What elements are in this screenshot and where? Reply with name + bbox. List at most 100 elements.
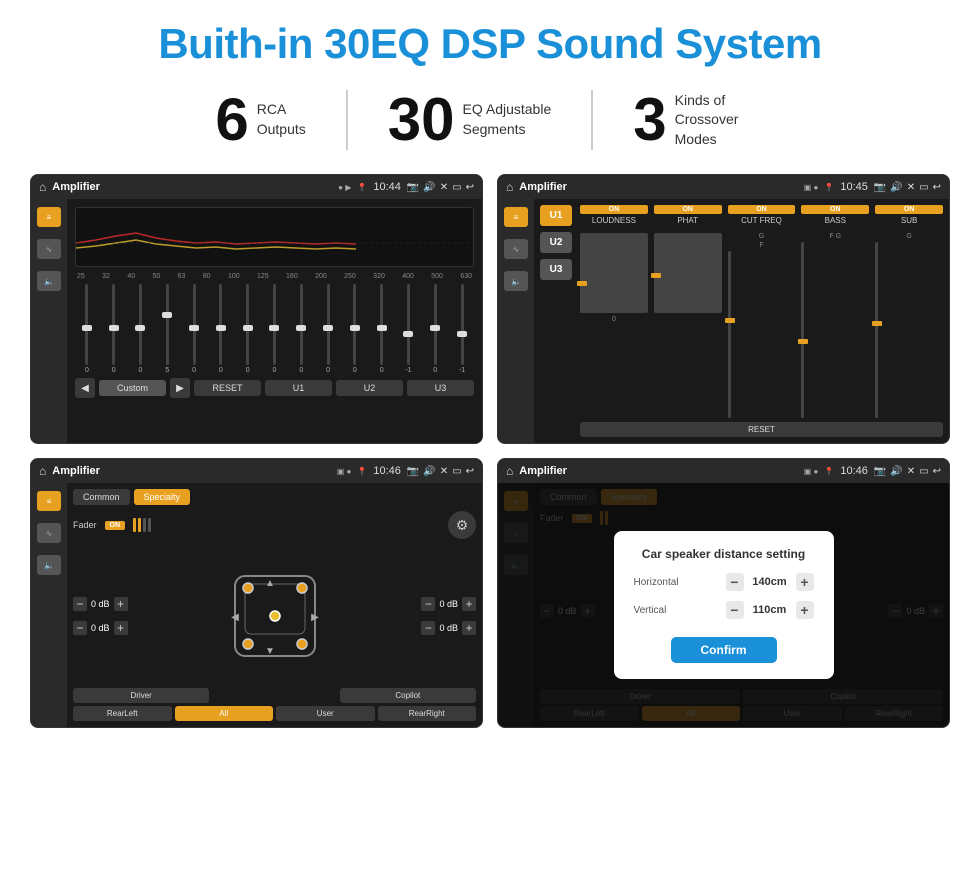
dsp-nav-speaker[interactable]: 🔈 — [504, 271, 528, 291]
eq-slider-8[interactable]: 0 — [263, 284, 287, 374]
dsp-close-icon: ✕ — [907, 182, 915, 193]
eq-screen-title: Amplifier — [52, 181, 332, 193]
dialog-title: Car speaker distance setting — [634, 547, 814, 561]
distance-camera-icon: 📷 — [874, 466, 886, 477]
crossover-close-icon: ✕ — [440, 466, 448, 477]
dsp-cutfreq-col: G F — [728, 233, 796, 418]
dsp-reset-btn[interactable]: RESET — [580, 422, 943, 437]
crossover-diagram-area: − 0 dB + − 0 dB + — [73, 547, 476, 684]
crossover-btn-copilot[interactable]: Copilot — [340, 688, 476, 703]
eq-slider-1[interactable]: 0 — [75, 284, 99, 374]
eq-slider-2[interactable]: 0 — [102, 284, 126, 374]
eq-screen: ⌂ Amplifier ● ▶ 📍 10:44 📷 🔊 ✕ ▭ ↩ ≡ ∿ 🔈 — [30, 174, 483, 444]
dsp-preset-u2[interactable]: U2 — [540, 232, 572, 253]
stat-crossover-desc: Kinds ofCrossover Modes — [675, 91, 765, 150]
eq-reset-btn[interactable]: RESET — [194, 380, 261, 396]
eq-slider-7[interactable]: 0 — [236, 284, 260, 374]
dsp-sub-slider[interactable] — [875, 242, 878, 418]
vol-right-bottom-val: 0 dB — [439, 623, 458, 633]
dsp-loudness-on[interactable]: ON — [580, 205, 648, 214]
dsp-phat-slider[interactable] — [654, 233, 722, 313]
eq-u3-btn[interactable]: U3 — [407, 380, 474, 396]
eq-nav-eq[interactable]: ≡ — [37, 207, 61, 227]
dsp-cutfreq-on[interactable]: ON — [728, 205, 796, 214]
dsp-side-nav: ≡ ∿ 🔈 — [498, 199, 534, 443]
car-diagram: ▲ ▼ ◀ ▶ — [220, 566, 330, 666]
vol-right-bottom-plus[interactable]: + — [462, 621, 476, 635]
dialog-horizontal-row: Horizontal − 140cm + — [634, 573, 814, 591]
distance-mode-icon: ▣ ● — [804, 467, 819, 476]
crossover-tab-common[interactable]: Common — [73, 489, 130, 505]
confirm-button[interactable]: Confirm — [671, 637, 777, 663]
fader-on-toggle[interactable]: ON — [105, 521, 126, 530]
eq-slider-11[interactable]: 0 — [343, 284, 367, 374]
dsp-layout: U1 U2 U3 ONLOUDNESS ONPHAT ONCUT FREQ ON… — [540, 205, 943, 437]
eq-slider-9[interactable]: 0 — [289, 284, 313, 374]
crossover-home-icon: ⌂ — [39, 464, 46, 478]
dialog-vertical-plus[interactable]: + — [796, 601, 814, 619]
eq-slider-6[interactable]: 0 — [209, 284, 233, 374]
distance-back-icon: ↩ — [933, 466, 941, 477]
vol-left-top-val: 0 dB — [91, 599, 110, 609]
eq-u2-btn[interactable]: U2 — [336, 380, 403, 396]
vol-left-top-minus[interactable]: − — [73, 597, 87, 611]
dialog-vertical-minus[interactable]: − — [726, 601, 744, 619]
dsp-loudness-slider[interactable]: 0 — [580, 233, 648, 313]
vol-right-bottom-minus[interactable]: − — [421, 621, 435, 635]
crossover-tab-specialty[interactable]: Specialty — [134, 489, 191, 505]
dsp-phat-label: PHAT — [654, 216, 722, 225]
dsp-sliders-row: 0 G F — [580, 233, 943, 418]
dsp-bass-on[interactable]: ON — [801, 205, 869, 214]
eq-prev-btn[interactable]: ◀ — [75, 378, 95, 398]
vol-left-bottom-minus[interactable]: − — [73, 621, 87, 635]
crossover-screen-content: ≡ ∿ 🔈 Common Specialty Fader ON — [31, 483, 482, 727]
eq-u1-btn[interactable]: U1 — [265, 380, 332, 396]
crossover-nav-wave[interactable]: ∿ — [37, 523, 61, 543]
dsp-phat-on[interactable]: ON — [654, 205, 722, 214]
vol-right-bottom: − 0 dB + — [421, 621, 476, 635]
crossover-nav-eq[interactable]: ≡ — [37, 491, 61, 511]
eq-main-panel: 2532405063 80100125160200 25032040050063… — [67, 199, 482, 443]
dsp-preset-u1[interactable]: U1 — [540, 205, 572, 226]
dsp-channels-area: ONLOUDNESS ONPHAT ONCUT FREQ ONBASS ONSU… — [580, 205, 943, 437]
vol-left-bottom: − 0 dB + — [73, 621, 128, 635]
eq-custom-btn[interactable]: Custom — [99, 380, 166, 396]
car-diagram-spacer — [212, 688, 336, 703]
eq-slider-3[interactable]: 0 — [129, 284, 153, 374]
eq-slider-12[interactable]: 0 — [370, 284, 394, 374]
eq-slider-14[interactable]: 0 — [423, 284, 447, 374]
eq-slider-15[interactable]: -1 — [450, 284, 474, 374]
distance-screen-title: Amplifier — [519, 465, 797, 477]
vol-right-top-plus[interactable]: + — [462, 597, 476, 611]
dialog-horizontal-plus[interactable]: + — [796, 573, 814, 591]
dsp-status-bar: ⌂ Amplifier ▣ ● 📍 10:45 📷 🔊 ✕ ▭ ↩ — [498, 175, 949, 199]
eq-next-btn[interactable]: ▶ — [170, 378, 190, 398]
crossover-btn-all[interactable]: All — [175, 706, 274, 721]
crossover-btn-rearright[interactable]: RearRight — [378, 706, 477, 721]
eq-controls: ◀ Custom ▶ RESET U1 U2 U3 — [75, 378, 474, 398]
eq-slider-13[interactable]: -1 — [397, 284, 421, 374]
dsp-preset-u3[interactable]: U3 — [540, 259, 572, 280]
eq-slider-5[interactable]: 0 — [182, 284, 206, 374]
eq-nav-speaker[interactable]: 🔈 — [37, 271, 61, 291]
eq-nav-wave[interactable]: ∿ — [37, 239, 61, 259]
vol-left-bottom-plus[interactable]: + — [114, 621, 128, 635]
crossover-btn-user[interactable]: User — [276, 706, 375, 721]
dialog-horizontal-minus[interactable]: − — [726, 573, 744, 591]
dsp-sub-on[interactable]: ON — [875, 205, 943, 214]
crossover-btn-driver[interactable]: Driver — [73, 688, 209, 703]
crossover-fader-row: Fader ON ⚙ — [73, 511, 476, 539]
dsp-volume-icon: 🔊 — [890, 182, 902, 193]
crossover-btn-rearleft[interactable]: RearLeft — [73, 706, 172, 721]
settings-icon[interactable]: ⚙ — [448, 511, 476, 539]
eq-slider-10[interactable]: 0 — [316, 284, 340, 374]
vol-right-top-minus[interactable]: − — [421, 597, 435, 611]
dsp-bass-slider[interactable] — [801, 242, 804, 418]
dsp-cutfreq-slider[interactable] — [728, 251, 731, 418]
crossover-nav-speaker[interactable]: 🔈 — [37, 555, 61, 575]
vol-left-top-plus[interactable]: + — [114, 597, 128, 611]
dsp-time: 10:45 — [840, 181, 868, 193]
eq-slider-4[interactable]: 5 — [155, 284, 179, 374]
dsp-nav-wave[interactable]: ∿ — [504, 239, 528, 259]
dsp-nav-eq[interactable]: ≡ — [504, 207, 528, 227]
